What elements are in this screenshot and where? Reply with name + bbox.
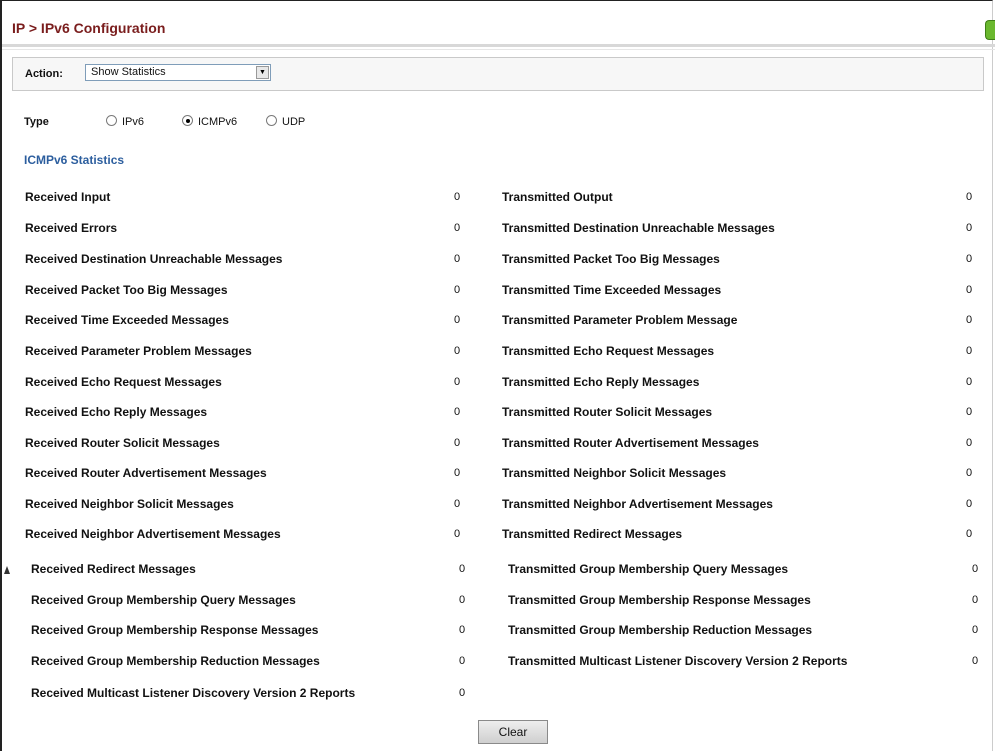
left-stat-label: Received Neighbor Advertisement Messages (25, 527, 281, 541)
left-stat-label: Received Group Membership Response Messa… (31, 623, 319, 637)
right-stat-label: Transmitted Router Solicit Messages (502, 405, 713, 419)
right-stat-value: 0 (966, 345, 973, 357)
right-stat-value: 0 (966, 222, 973, 234)
left-stat-label: Received Packet Too Big Messages (25, 283, 228, 297)
left-stat-label: Received Multicast Listener Discovery Ve… (31, 686, 356, 700)
left-stat-label: Received Redirect Messages (31, 562, 196, 576)
left-stat-label: Received Echo Request Messages (25, 375, 222, 389)
left-stat-label: Received Group Membership Reduction Mess… (31, 654, 320, 668)
title-divider (2, 44, 995, 47)
right-stat-label: Transmitted Packet Too Big Messages (502, 252, 720, 266)
left-stat-label: Received Parameter Problem Messages (25, 344, 252, 358)
help-icon[interactable] (985, 20, 995, 40)
radio-ipv6-label: IPv6 (122, 116, 145, 128)
left-stat-value: 0 (459, 563, 466, 575)
right-stat-label: Transmitted Redirect Messages (502, 527, 683, 541)
left-stat-value: 0 (454, 284, 461, 296)
left-stat-value: 0 (459, 687, 466, 699)
right-stat-label: Transmitted Group Membership Query Messa… (508, 562, 789, 576)
right-stat-value: 0 (966, 191, 973, 203)
left-stat-value: 0 (454, 345, 461, 357)
radio-icmpv6[interactable] (182, 115, 193, 126)
left-stat-value: 0 (459, 594, 466, 606)
left-stat-value: 0 (454, 437, 461, 449)
left-stat-label: Received Group Membership Query Messages (31, 593, 296, 607)
left-stat-value: 0 (454, 191, 461, 203)
left-stat-value: 0 (459, 624, 466, 636)
left-stat-value: 0 (454, 528, 461, 540)
right-stat-label: Transmitted Echo Reply Messages (502, 375, 700, 389)
right-stat-label: Transmitted Neighbor Solicit Messages (502, 466, 727, 480)
type-label: Type (24, 116, 49, 128)
radio-icmpv6-label: ICMPv6 (198, 116, 238, 128)
page-title: IP > IPv6 Configuration (12, 20, 166, 36)
chevron-down-icon[interactable]: ▼ (256, 66, 269, 79)
radio-ipv6[interactable] (106, 115, 117, 126)
action-select-value: Show Statistics (91, 66, 166, 78)
right-stat-label: Transmitted Time Exceeded Messages (502, 283, 722, 297)
right-stat-value: 0 (966, 376, 973, 388)
section-title: ICMPv6 Statistics (24, 153, 125, 167)
right-stat-value: 0 (966, 253, 973, 265)
right-stat-label: Transmitted Group Membership Response Me… (508, 593, 811, 607)
right-stat-label: Transmitted Group Membership Reduction M… (508, 623, 813, 637)
right-stat-label: Transmitted Echo Request Messages (502, 344, 715, 358)
triangle-marker-icon (4, 566, 10, 574)
left-stat-value: 0 (459, 655, 466, 667)
left-stat-value: 0 (454, 406, 461, 418)
left-stat-label: Received Router Advertisement Messages (25, 466, 267, 480)
title-divider-thin (2, 49, 995, 50)
action-label: Action: (25, 68, 63, 80)
right-stat-label: Transmitted Multicast Listener Discovery… (508, 654, 848, 668)
right-stat-value: 0 (966, 406, 973, 418)
left-stat-label: Received Router Solicit Messages (25, 436, 220, 450)
right-stat-value: 0 (966, 498, 973, 510)
left-stat-value: 0 (454, 376, 461, 388)
left-stat-label: Received Destination Unreachable Message… (25, 252, 283, 266)
left-stat-label: Received Time Exceeded Messages (25, 313, 229, 327)
right-stat-value: 0 (966, 314, 973, 326)
right-stat-value: 0 (972, 655, 979, 667)
right-stat-value: 0 (966, 528, 973, 540)
right-stat-label: Transmitted Neighbor Advertisement Messa… (502, 497, 773, 511)
left-stat-value: 0 (454, 314, 461, 326)
radio-udp-label: UDP (282, 116, 306, 128)
left-stat-label: Received Neighbor Solicit Messages (25, 497, 234, 511)
right-stat-value: 0 (972, 594, 979, 606)
left-stat-label: Received Echo Reply Messages (25, 405, 208, 419)
left-stat-label: Received Input (25, 190, 111, 204)
right-stat-value: 0 (966, 437, 973, 449)
left-stat-value: 0 (454, 253, 461, 265)
clear-button[interactable]: Clear (478, 720, 548, 744)
right-stat-value: 0 (972, 563, 979, 575)
right-stat-label: Transmitted Output (502, 190, 613, 204)
right-stat-value: 0 (972, 624, 979, 636)
left-stat-value: 0 (454, 467, 461, 479)
right-stat-label: Transmitted Parameter Problem Message (502, 313, 738, 327)
right-stat-label: Transmitted Destination Unreachable Mess… (502, 221, 775, 235)
left-stat-value: 0 (454, 498, 461, 510)
left-stat-label: Received Errors (25, 221, 118, 235)
action-select[interactable]: Show Statistics ▼ (85, 64, 271, 81)
action-bar: Action: Show Statistics ▼ (12, 57, 984, 91)
right-stat-value: 0 (966, 467, 973, 479)
right-stat-value: 0 (966, 284, 973, 296)
left-stat-value: 0 (454, 222, 461, 234)
right-stat-label: Transmitted Router Advertisement Message… (502, 436, 759, 450)
radio-udp[interactable] (266, 115, 277, 126)
